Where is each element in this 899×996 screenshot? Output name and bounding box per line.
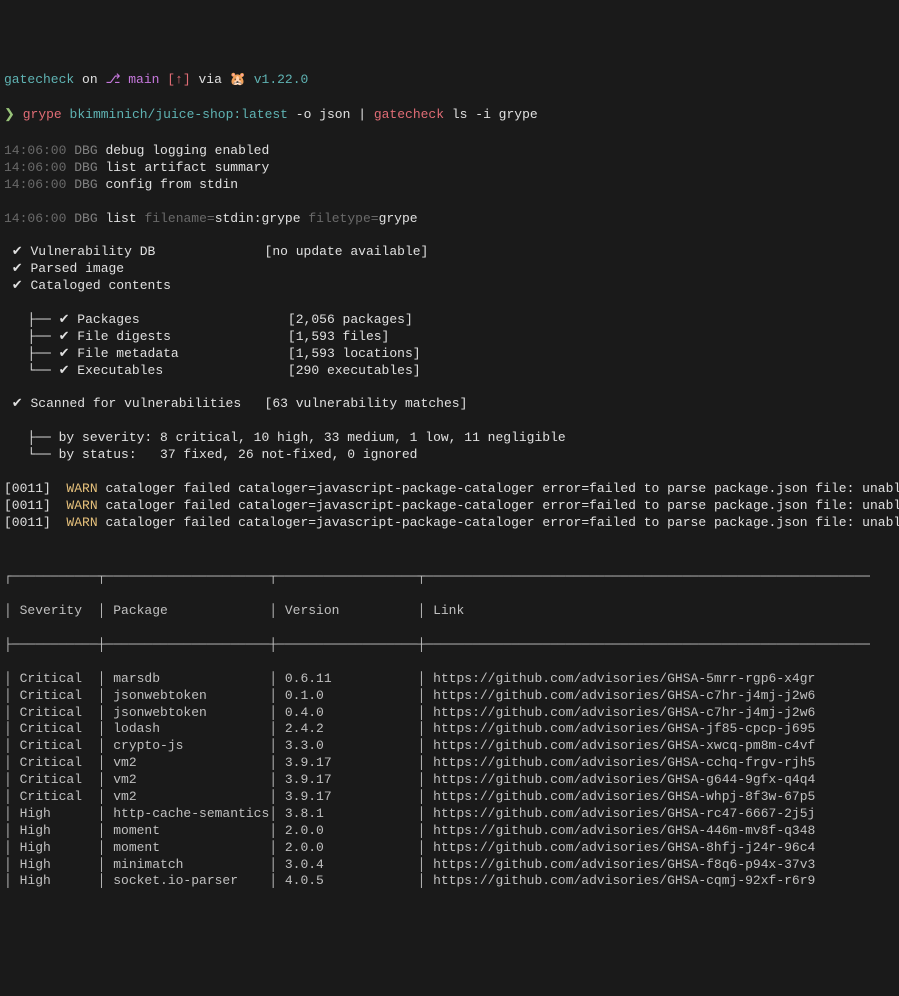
table-row: │ High │ moment │ 2.0.0 │ https://github…	[4, 840, 895, 857]
cmd-image: bkimminich/juice-shop:latest	[70, 107, 288, 122]
catalog-item: └── ✔ Executables [290 executables]	[4, 363, 895, 380]
branch-name: main	[128, 72, 159, 87]
step-line: ✔ Parsed image	[4, 261, 895, 278]
lang-version: v1.22.0	[254, 72, 309, 87]
table-border-top: ┌───────────┬─────────────────────┬─────…	[4, 569, 895, 586]
debug-line: 14:06:00 DBG config from stdin	[4, 177, 895, 194]
branch-icon: ⎇	[105, 72, 120, 87]
warning-line: [0011] WARN cataloger failed cataloger=j…	[4, 498, 895, 515]
table-row: │ Critical │ vm2 │ 3.9.17 │ https://gith…	[4, 755, 895, 772]
catalog-item: ├── ✔ File digests [1,593 files]	[4, 329, 895, 346]
catalog-tree: ├── ✔ Packages [2,056 packages] ├── ✔ Fi…	[4, 312, 895, 380]
cmd-opts: -o json |	[296, 107, 366, 122]
table-row: │ Critical │ lodash │ 2.4.2 │ https://gi…	[4, 721, 895, 738]
table-body: │ Critical │ marsdb │ 0.6.11 │ https://g…	[4, 671, 895, 891]
table-header-row: │ Severity │ Package │ Version │ Link	[4, 603, 895, 620]
step-line: ✔ Vulnerability DB [no update available]	[4, 244, 895, 261]
table-row: │ High │ moment │ 2.0.0 │ https://github…	[4, 823, 895, 840]
warnings-block: [0011] WARN cataloger failed cataloger=j…	[4, 481, 895, 532]
shell-prompt-line: gatecheck on ⎇ main [↑] via 🐹 v1.22.0	[4, 72, 895, 89]
catalog-item: ├── ✔ Packages [2,056 packages]	[4, 312, 895, 329]
table-row: │ High │ http-cache-semantics│ 3.8.1 │ h…	[4, 806, 895, 823]
debug-log: 14:06:00 DBG debug logging enabled14:06:…	[4, 143, 895, 194]
table-row: │ Critical │ vm2 │ 3.9.17 │ https://gith…	[4, 772, 895, 789]
cmd-tail: ls -i grype	[452, 107, 538, 122]
project-name: gatecheck	[4, 72, 74, 87]
warning-line: [0011] WARN cataloger failed cataloger=j…	[4, 515, 895, 532]
table-row: │ High │ minimatch │ 3.0.4 │ https://git…	[4, 857, 895, 874]
lang-icon: 🐹	[230, 72, 246, 87]
table-separator: ├───────────┼─────────────────────┼─────…	[4, 637, 895, 654]
table-row: │ Critical │ crypto-js │ 3.3.0 │ https:/…	[4, 738, 895, 755]
command-line[interactable]: ❯ grype bkimminich/juice-shop:latest -o …	[4, 107, 895, 124]
table-row: │ High │ socket.io-parser │ 4.0.5 │ http…	[4, 873, 895, 890]
prompt-char: ❯	[4, 107, 15, 122]
table-row: │ Critical │ jsonwebtoken │ 0.4.0 │ http…	[4, 705, 895, 722]
table-row: │ Critical │ marsdb │ 0.6.11 │ https://g…	[4, 671, 895, 688]
scan-detail-line: └── by status: 37 fixed, 26 not-fixed, 0…	[4, 447, 895, 464]
warning-line: [0011] WARN cataloger failed cataloger=j…	[4, 481, 895, 498]
debug-line: 14:06:00 DBG debug logging enabled	[4, 143, 895, 160]
step-line: ✔ Cataloged contents	[4, 278, 895, 295]
scan-details: ├── by severity: 8 critical, 10 high, 33…	[4, 430, 895, 464]
vuln-table: ┌───────────┬─────────────────────┬─────…	[4, 553, 895, 908]
table-row: │ Critical │ vm2 │ 3.9.17 │ https://gith…	[4, 789, 895, 806]
catalog-item: ├── ✔ File metadata [1,593 locations]	[4, 346, 895, 363]
list-log-line: 14:06:00 DBG list filename=stdin:grype f…	[4, 211, 895, 228]
progress-steps: ✔ Vulnerability DB [no update available]…	[4, 244, 895, 295]
scan-detail-line: ├── by severity: 8 critical, 10 high, 33…	[4, 430, 895, 447]
table-row: │ Critical │ jsonwebtoken │ 0.1.0 │ http…	[4, 688, 895, 705]
cmd-grype: grype	[23, 107, 62, 122]
cmd-gatecheck: gatecheck	[374, 107, 444, 122]
branch-status: [↑]	[167, 72, 190, 87]
scanned-line: ✔ Scanned for vulnerabilities [63 vulner…	[4, 396, 895, 413]
debug-line: 14:06:00 DBG list artifact summary	[4, 160, 895, 177]
